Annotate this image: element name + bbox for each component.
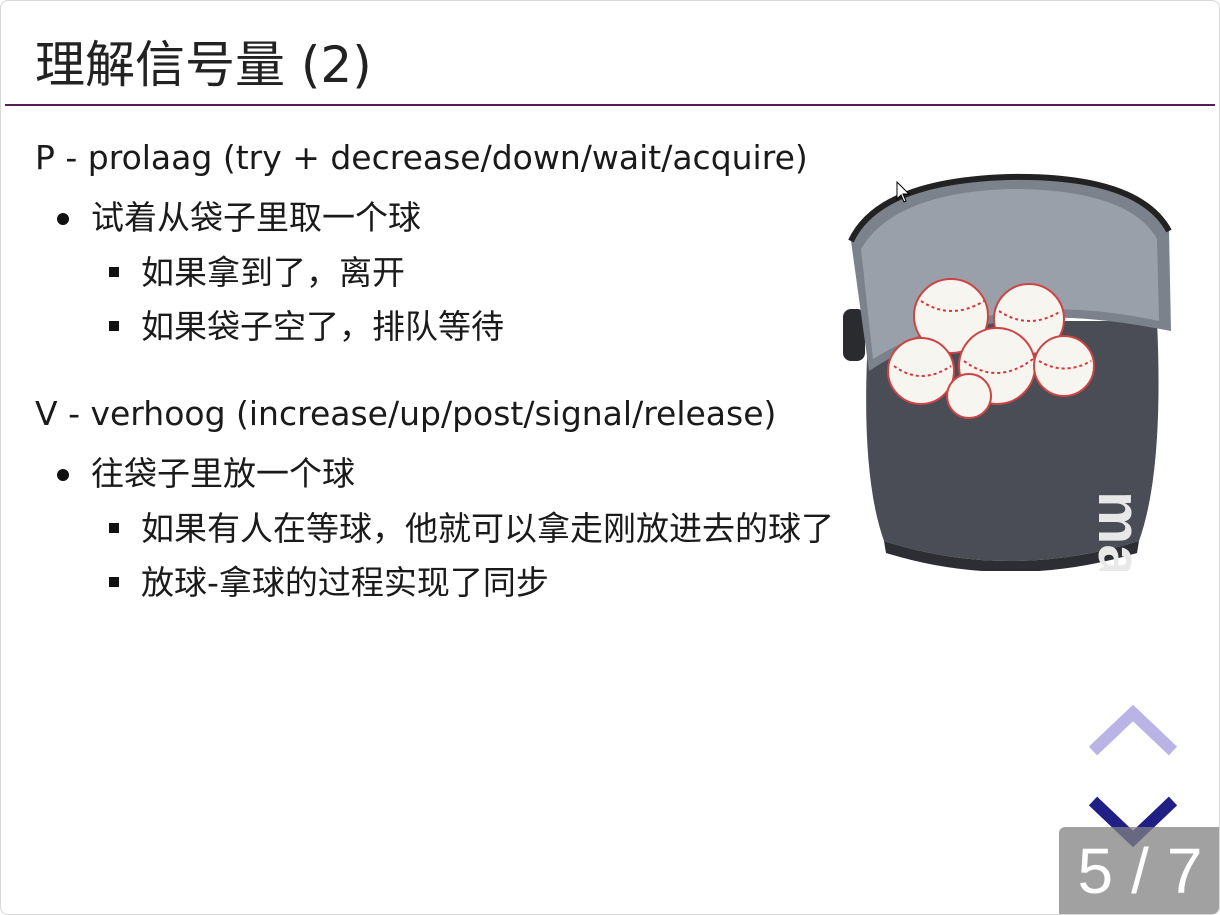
list-item: 如果有人在等球，他就可以拿走刚放进去的球了	[35, 505, 841, 553]
p-bullet-text: 试着从袋子里取一个球	[91, 198, 421, 237]
bullet-dot-icon	[57, 469, 69, 481]
presentation-slide: 理解信号量 (2) P - prolaag (try + decrease/do…	[0, 0, 1220, 915]
v-bullet-text: 往袋子里放一个球	[91, 454, 355, 493]
v-sub-text: 如果有人在等球，他就可以拿走刚放进去的球了	[141, 509, 834, 548]
title-divider	[5, 104, 1215, 106]
chevron-up-icon[interactable]	[1087, 703, 1179, 759]
svg-text:macron: macron	[1086, 491, 1153, 571]
current-page-number: 5	[1077, 835, 1114, 907]
ball-bag-image: macron	[839, 171, 1179, 708]
list-item: 如果袋子空了，排队等待	[35, 303, 841, 351]
page-separator: /	[1131, 835, 1149, 907]
bullet-square-icon	[109, 321, 119, 331]
v-operation-heading: V - verhoog (increase/up/post/signal/rel…	[35, 394, 777, 433]
slide-title: 理解信号量 (2)	[35, 36, 372, 94]
p-operation-heading: P - prolaag (try + decrease/down/wait/ac…	[35, 138, 808, 177]
p-sub-text: 如果拿到了，离开	[141, 253, 405, 292]
ball-bag-icon: macron	[843, 173, 1172, 708]
bullet-dot-icon	[57, 213, 69, 225]
list-item: 放球-拿球的过程实现了同步	[35, 559, 841, 607]
bullet-square-icon	[109, 523, 119, 533]
list-item: 如果拿到了，离开	[35, 249, 841, 297]
list-item: 往袋子里放一个球	[35, 449, 835, 499]
v-sub-text: 放球-拿球的过程实现了同步	[141, 563, 549, 602]
slide-content: P - prolaag (try + decrease/down/wait/ac…	[35, 133, 835, 613]
mouse-cursor-icon	[896, 181, 910, 203]
page-counter: 5/7	[1059, 827, 1219, 914]
list-item: 试着从袋子里取一个球	[35, 193, 835, 243]
p-sub-text: 如果袋子空了，排队等待	[141, 307, 504, 346]
bullet-square-icon	[109, 267, 119, 277]
total-page-count: 7	[1166, 835, 1203, 907]
bullet-square-icon	[109, 577, 119, 587]
